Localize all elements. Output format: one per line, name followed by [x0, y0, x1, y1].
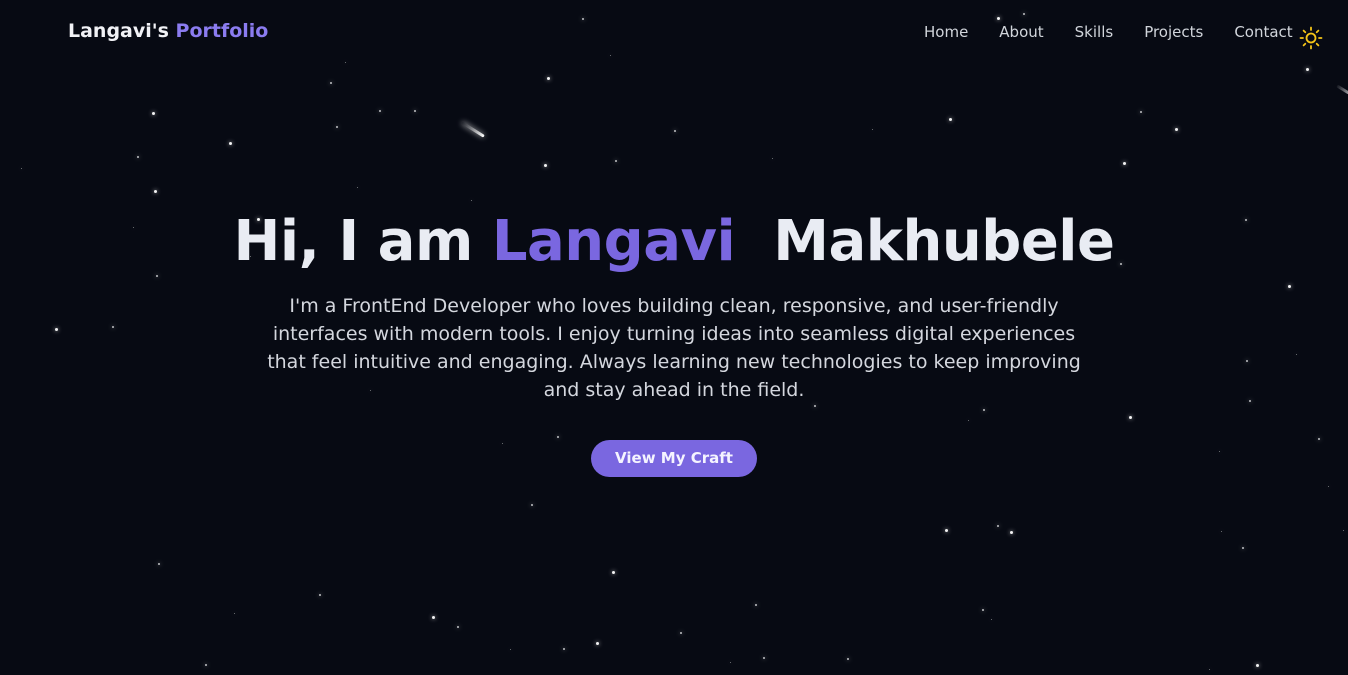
star — [772, 158, 773, 159]
portfolio-page: Langavi's Portfolio Home About Skills Pr… — [0, 0, 1348, 675]
theme-toggle-button[interactable] — [1299, 26, 1323, 50]
star — [1221, 531, 1222, 532]
hero-title: Hi, I am Langavi Makhubele — [0, 206, 1348, 278]
nav-links: Home About Skills Projects Contact — [924, 23, 1293, 41]
star — [152, 112, 155, 115]
star — [1256, 664, 1259, 667]
nav-link-home[interactable]: Home — [924, 23, 968, 41]
star — [414, 110, 416, 112]
star — [471, 200, 472, 201]
star — [847, 658, 849, 660]
star — [457, 626, 459, 628]
star — [1010, 531, 1013, 534]
star — [547, 77, 550, 80]
star — [1209, 669, 1210, 670]
star — [531, 504, 533, 506]
star — [357, 187, 358, 188]
shooting-star — [1336, 84, 1348, 95]
hero-greeting: Hi, I am — [233, 209, 474, 274]
nav-link-contact[interactable]: Contact — [1234, 23, 1292, 41]
star — [563, 648, 565, 650]
star — [137, 156, 139, 158]
star — [763, 657, 765, 659]
star — [1140, 111, 1142, 113]
star — [158, 563, 160, 565]
nav-link-about[interactable]: About — [999, 23, 1043, 41]
star — [680, 632, 682, 634]
star — [596, 642, 599, 645]
star — [755, 604, 757, 606]
star — [319, 594, 321, 596]
shooting-star — [461, 121, 485, 138]
hero-section: Hi, I am Langavi Makhubele I'm a FrontEn… — [0, 206, 1348, 477]
navbar: Langavi's Portfolio Home About Skills Pr… — [0, 0, 1348, 66]
star — [991, 619, 992, 620]
sun-icon — [1299, 26, 1323, 50]
star — [674, 130, 676, 132]
star — [1328, 486, 1329, 487]
star — [229, 142, 232, 145]
star — [1343, 530, 1344, 531]
star — [612, 571, 615, 574]
nav-link-skills[interactable]: Skills — [1075, 23, 1114, 41]
view-my-craft-button[interactable]: View My Craft — [591, 440, 757, 477]
star — [432, 616, 435, 619]
star — [1242, 547, 1244, 549]
star — [205, 664, 207, 666]
hero-description: I'm a FrontEnd Developer who loves build… — [267, 295, 1081, 401]
star — [615, 160, 617, 162]
brand-name: Langavi's — [68, 20, 169, 42]
star — [1123, 162, 1126, 165]
star — [21, 168, 22, 169]
star — [154, 190, 157, 193]
star — [872, 129, 873, 130]
star — [544, 164, 547, 167]
nav-link-projects[interactable]: Projects — [1144, 23, 1203, 41]
star — [982, 609, 984, 611]
star — [379, 110, 381, 112]
star — [234, 613, 235, 614]
brand-logo[interactable]: Langavi's Portfolio — [68, 20, 268, 42]
star — [945, 529, 948, 532]
star — [336, 126, 338, 128]
star — [1306, 68, 1309, 71]
hero-first-name: Langavi — [491, 209, 736, 274]
brand-accent: Portfolio — [175, 20, 269, 42]
star — [330, 82, 332, 84]
star — [949, 118, 952, 121]
star — [1175, 128, 1178, 131]
star — [997, 525, 999, 527]
hero-last-name: Makhubele — [773, 209, 1115, 274]
star — [730, 662, 731, 663]
star — [510, 649, 511, 650]
